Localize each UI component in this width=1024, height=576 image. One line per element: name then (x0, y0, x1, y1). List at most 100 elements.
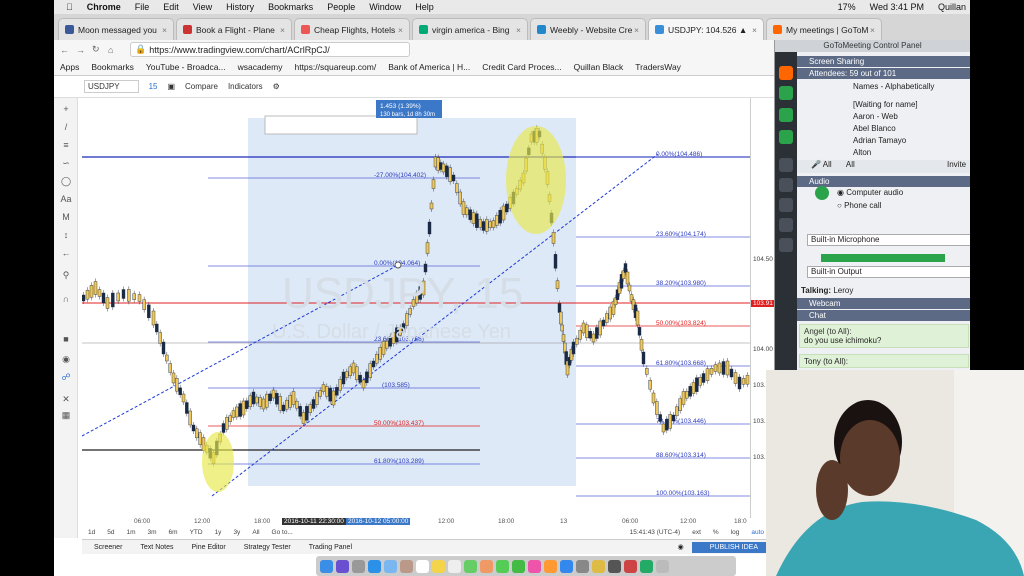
mic-icon[interactable] (779, 86, 793, 100)
axis-percent[interactable]: % (713, 529, 719, 536)
grid-icon[interactable] (779, 198, 793, 212)
range-1y[interactable]: 1y (215, 529, 222, 536)
radio-icon[interactable]: ○ (837, 201, 842, 210)
remove-icon[interactable]: ✕ (60, 394, 72, 404)
axis-log[interactable]: log (731, 529, 740, 536)
camera-icon[interactable]: ◉ (678, 543, 684, 551)
highlight-low[interactable] (202, 432, 234, 492)
bookmark-wsacademy[interactable]: wsacademy (238, 62, 283, 72)
tab-text-notes[interactable]: Text Notes (140, 544, 173, 551)
pattern-icon[interactable]: M (60, 212, 72, 222)
interval-select[interactable]: 15 (149, 82, 158, 91)
siri-icon[interactable] (336, 559, 349, 573)
circle-icon[interactable]: ◯ (60, 176, 72, 186)
collapse-icon[interactable] (779, 66, 793, 80)
tab-screener[interactable]: Screener (94, 544, 122, 551)
settings-icon[interactable] (576, 559, 589, 573)
tab-trading-panel[interactable]: Trading Panel (309, 544, 352, 551)
finder-icon[interactable] (320, 559, 333, 573)
highlight-high[interactable] (506, 126, 566, 234)
close-icon[interactable]: × (398, 25, 403, 35)
range-3m[interactable]: 3m (148, 529, 157, 536)
appstore-icon[interactable] (560, 559, 573, 573)
browser-tab[interactable]: Weebly - Website Cre × (530, 18, 646, 40)
link-icon[interactable]: ☍ (60, 372, 72, 382)
phone-call-option[interactable]: ○ Phone call (797, 201, 970, 210)
bookmark-youtube[interactable]: YouTube - Broadca... (146, 62, 226, 72)
notes-icon[interactable] (432, 559, 445, 573)
close-icon[interactable]: × (162, 25, 167, 35)
itunes-icon[interactable] (528, 559, 541, 573)
bookmark-credit-card[interactable]: Credit Card Proces... (482, 62, 561, 72)
goto-date[interactable]: Go to... (272, 529, 293, 536)
chrome-icon[interactable] (592, 559, 605, 573)
messages-icon[interactable] (496, 559, 509, 573)
app-icon[interactable] (624, 559, 637, 573)
bookmark-bookmarks[interactable]: Bookmarks (91, 62, 134, 72)
browser-tab[interactable]: Moon messaged you × (58, 18, 174, 40)
sort-dropdown[interactable]: Names - Alphabetically (797, 82, 970, 91)
menu-people[interactable]: People (327, 2, 355, 12)
home-icon[interactable]: ⌂ (108, 45, 124, 55)
candles-icon[interactable]: ▣ (167, 82, 175, 91)
menu-file[interactable]: File (135, 2, 150, 12)
measure-icon[interactable]: ↕ (60, 230, 72, 240)
trash-icon[interactable]: ▦ (60, 410, 72, 420)
app-name[interactable]: Chrome (87, 2, 121, 12)
menu-help[interactable]: Help (415, 2, 434, 12)
menu-history[interactable]: History (226, 2, 254, 12)
forward-icon[interactable]: → (76, 45, 92, 55)
trendline-icon[interactable]: / (60, 122, 72, 132)
back-icon[interactable]: ← (60, 45, 76, 55)
attendee-row[interactable]: Adrian Tamayo (797, 136, 970, 145)
bookmark-tradersway[interactable]: TradersWay (635, 62, 681, 72)
browser-tab[interactable]: Book a Flight - Plane × (176, 18, 292, 40)
radio-selected-icon[interactable]: ◉ (837, 188, 844, 197)
ibooks-icon[interactable] (544, 559, 557, 573)
close-icon[interactable]: × (634, 25, 639, 35)
range-1d[interactable]: 1d (88, 529, 95, 536)
invite-button[interactable]: Invite (947, 160, 966, 169)
lock-icon[interactable]: ■ (60, 334, 72, 344)
user-name[interactable]: Quillan (938, 2, 966, 12)
pause-icon[interactable] (779, 158, 793, 172)
menu-window[interactable]: Window (369, 2, 401, 12)
record-icon[interactable] (779, 178, 793, 192)
browser-tab[interactable]: My meetings | GoToM × (766, 18, 882, 40)
eye-icon[interactable]: ◉ (60, 354, 72, 364)
section-chat[interactable]: Chat (797, 310, 970, 321)
range-3y[interactable]: 3y (233, 529, 240, 536)
trend-handle[interactable] (394, 261, 402, 269)
indicators-button[interactable]: Indicators (228, 82, 263, 91)
browser-tab[interactable]: virgin america - Bing × (412, 18, 528, 40)
bookmark-squareup[interactable]: https://squareup.com/ (294, 62, 376, 72)
calendar-icon[interactable] (416, 559, 429, 573)
app-icon[interactable] (640, 559, 653, 573)
tab-strategy-tester[interactable]: Strategy Tester (244, 544, 291, 551)
attendee-row[interactable]: Aaron - Web (797, 112, 970, 121)
utc-clock[interactable]: 15:41:43 (UTC-4) (630, 529, 681, 536)
app-icon[interactable] (608, 559, 621, 573)
maps-icon[interactable] (464, 559, 477, 573)
clock[interactable]: Wed 3:41 PM (870, 2, 924, 12)
publish-idea-button[interactable]: PUBLISH IDEA (691, 541, 776, 553)
axis-ext[interactable]: ext (692, 529, 701, 536)
magnet-icon[interactable]: ∩ (60, 294, 72, 304)
price-chart[interactable]: -27.00%(104.402)0.00%(104.064)23.60%(103… (82, 98, 750, 518)
arrow-icon[interactable]: ← (60, 248, 72, 258)
photos-icon[interactable] (480, 559, 493, 573)
range-all[interactable]: All (252, 529, 259, 536)
menu-bookmarks[interactable]: Bookmarks (268, 2, 313, 12)
tab-pine-editor[interactable]: Pine Editor (191, 544, 225, 551)
section-attendees[interactable]: Attendees: 59 out of 101 (797, 68, 970, 79)
mute-all-icon[interactable]: 🎤 (811, 160, 821, 169)
chart-canvas[interactable]: -27.00%(104.402)0.00%(104.064)23.60%(103… (82, 98, 750, 518)
range-6m[interactable]: 6m (169, 529, 178, 536)
attendee-row[interactable]: [Waiting for name] (797, 100, 970, 109)
launchpad-icon[interactable] (352, 559, 365, 573)
zoom-icon[interactable]: ⚲ (60, 270, 72, 280)
contacts-icon[interactable] (400, 559, 413, 573)
brush-icon[interactable]: ∽ (60, 158, 72, 168)
camera-icon[interactable] (779, 108, 793, 122)
attendee-row[interactable]: Abel Blanco (797, 124, 970, 133)
